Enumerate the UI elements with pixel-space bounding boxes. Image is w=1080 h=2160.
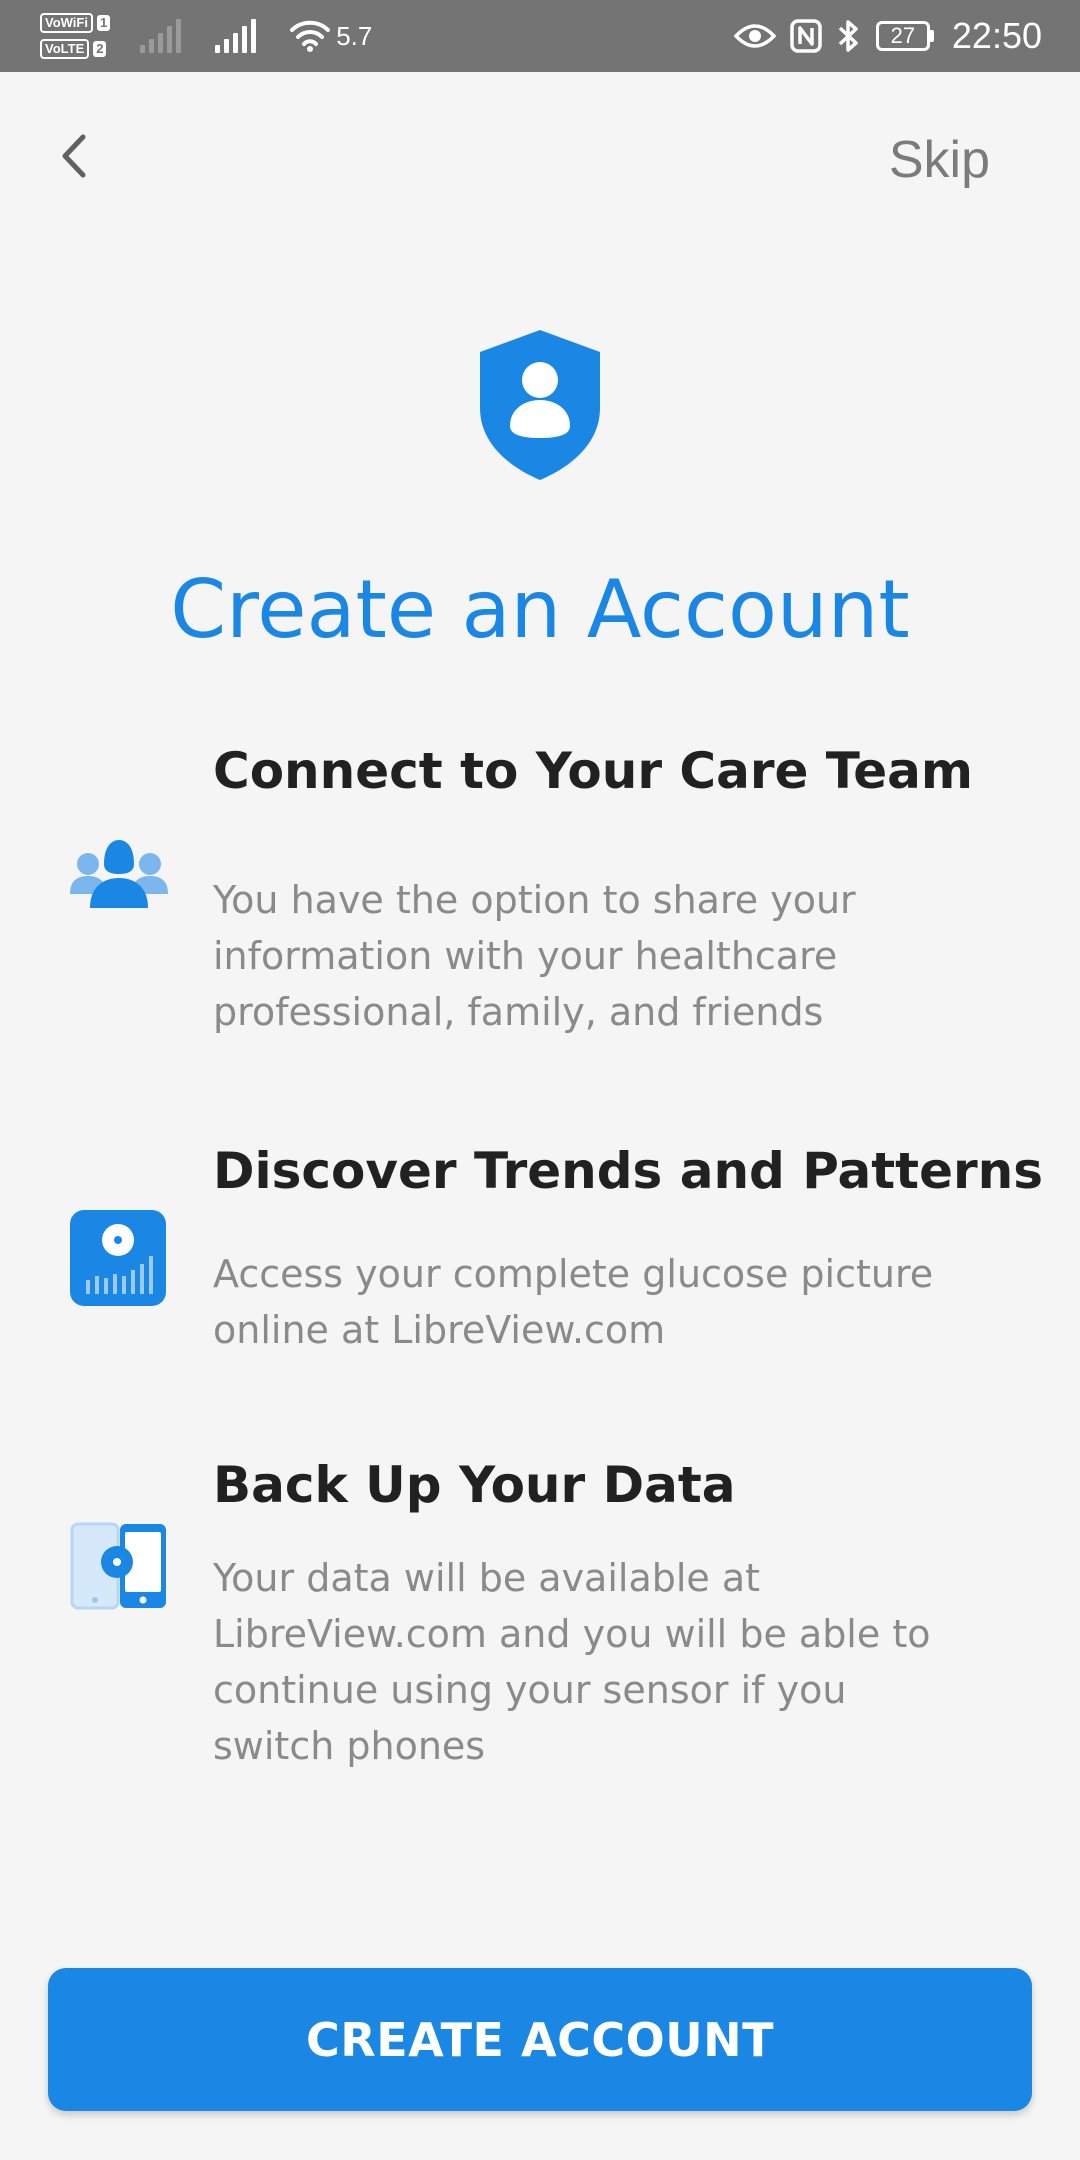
page-title: Create an Account bbox=[170, 563, 910, 656]
feature-title: Discover Trends and Patterns bbox=[213, 1142, 1044, 1200]
bluetooth-icon bbox=[838, 20, 858, 52]
wifi-speed-text: 5.7 bbox=[336, 20, 373, 51]
nfc-icon bbox=[790, 19, 822, 53]
vowifi-sim-number: 1 bbox=[96, 15, 111, 31]
wifi-indicator: 5.7 bbox=[290, 19, 372, 53]
create-account-button[interactable]: CREATE ACCOUNT bbox=[48, 1968, 1032, 2111]
status-left-group: VoWiFi 1 VoLTE 2 5.7 bbox=[40, 6, 372, 66]
signal-sim2-icon bbox=[215, 19, 257, 53]
feature-description: Access your complete glucose picture onl… bbox=[213, 1252, 934, 1352]
vowifi-indicator: VoWiFi 1 bbox=[40, 13, 111, 33]
care-team-icon bbox=[70, 840, 168, 908]
status-right-group: 27 22:50 bbox=[733, 6, 1042, 66]
feature-title: Back Up Your Data bbox=[213, 1456, 736, 1514]
feature-title: Connect to Your Care Team bbox=[213, 742, 974, 800]
signal-sim1-icon bbox=[140, 19, 182, 53]
backup-phones-icon bbox=[70, 1522, 166, 1610]
wifi-icon bbox=[290, 20, 331, 52]
back-button[interactable] bbox=[50, 126, 98, 186]
network-tags: VoWiFi 1 VoLTE 2 bbox=[40, 13, 111, 59]
trends-icon bbox=[70, 1210, 166, 1306]
chevron-left-icon bbox=[62, 134, 86, 178]
shield-user-icon bbox=[480, 330, 600, 480]
feature-description: You have the option to share your inform… bbox=[213, 878, 856, 1034]
clock: 22:50 bbox=[951, 15, 1042, 56]
battery-tip bbox=[929, 30, 934, 42]
battery-icon: 27 bbox=[875, 21, 930, 51]
volte-sim-number: 2 bbox=[93, 41, 107, 57]
volte-label: VoLTE bbox=[40, 39, 90, 59]
feature-description: Your data will be available at LibreView… bbox=[213, 1556, 931, 1768]
eye-icon bbox=[733, 24, 776, 48]
battery-level: 27 bbox=[890, 23, 916, 48]
status-bar: VoWiFi 1 VoLTE 2 5.7 27 22:50 bbox=[0, 0, 1080, 72]
volte-indicator: VoLTE 2 bbox=[40, 39, 110, 59]
battery-indicator: 27 bbox=[875, 21, 934, 51]
skip-button[interactable]: Skip bbox=[889, 130, 990, 190]
vowifi-label: VoWiFi bbox=[40, 13, 93, 33]
